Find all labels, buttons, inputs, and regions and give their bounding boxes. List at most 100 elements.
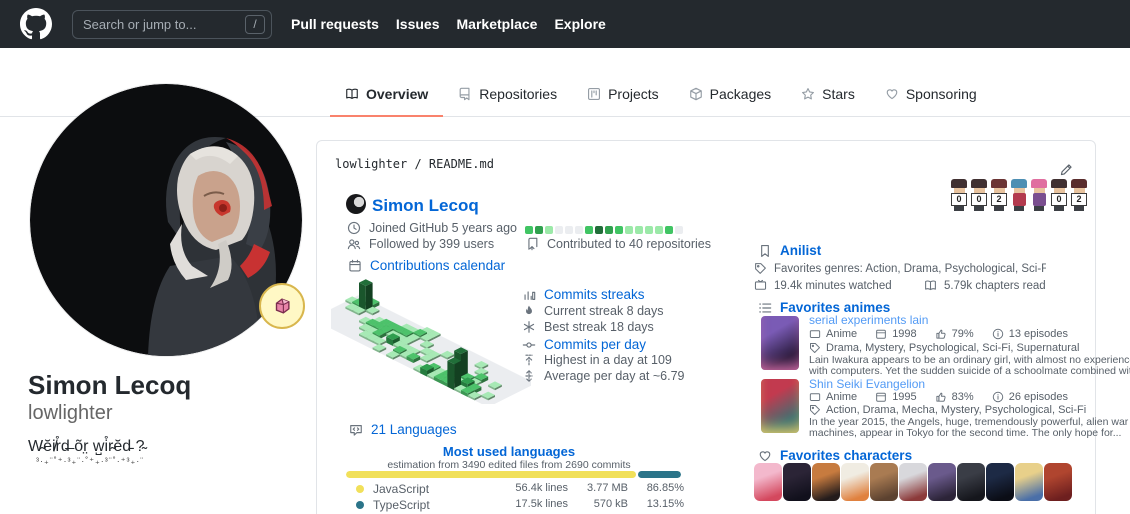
arrows-updown-icon [522,369,536,383]
most-used-languages-link[interactable]: Most used languages [443,444,575,459]
pixel-sign-digit: 0 [1051,193,1067,206]
asterisk-icon [522,320,536,334]
best-streak-text: Best streak 18 days [544,320,654,334]
character-avatar[interactable] [1044,463,1072,501]
book-icon [345,87,359,101]
followers-row: Followed by 399 users [347,237,494,251]
character-avatar[interactable] [754,463,782,501]
list-icon [758,301,772,315]
contribution-square [535,226,543,234]
language-size: 570 kB [573,498,628,510]
anime-desc-line: with computers. Yet the sudden suicide o… [809,365,1130,377]
contribution-square [665,226,673,234]
pixel-character [1010,179,1028,211]
nav-marketplace[interactable]: Marketplace [457,16,538,32]
language-lines: 56.4k lines [488,482,568,494]
languages-heading-row: 21 Languages [349,422,457,437]
anilist-heading-row: Anilist [758,243,821,258]
favorite-genres-row: Favorites genres: Action, Drama, Psychol… [754,262,1046,275]
star-icon [801,87,815,101]
language-lines: 17.5k lines [488,498,568,510]
tab-packages[interactable]: Packages [674,70,786,117]
tv-icon [809,391,821,403]
pixel-people-row: 00202 [950,179,1088,211]
anime-meta-lain: Anime 1998 79% 13 episodes [809,328,1068,340]
character-avatar[interactable] [899,463,927,501]
profile-bio: W̴ĕi̸r̊d̶ õr̤ w̺i̊r̴ĕd̵ ?̴ [28,438,144,456]
nav-explore[interactable]: Explore [554,16,605,32]
tab-repositories[interactable]: Repositories [443,70,572,117]
search-input[interactable] [83,17,245,32]
tab-sponsoring[interactable]: Sponsoring [870,70,992,117]
repo-icon [458,87,472,101]
favorites-characters-link[interactable]: Favorites characters [780,448,912,463]
language-name: TypeScript [373,498,430,512]
nav-issues[interactable]: Issues [396,16,440,32]
tab-projects[interactable]: Projects [572,70,674,117]
favorites-characters-heading-row: Favorites characters [758,448,912,463]
profile-status-badge[interactable] [259,283,305,329]
language-bar [346,471,681,478]
commits-streaks-row: Commits streaks [522,287,645,302]
info-circle-icon [992,328,1004,340]
minutes-watched-text: 19.4k minutes watched [774,280,892,292]
github-logo-icon[interactable] [20,8,52,40]
profile-login: lowlighter [28,402,112,425]
anime-type: Anime [826,328,857,340]
readme-card: lowlighter / README.md Simon Lecoq Joine… [316,140,1096,514]
character-avatar[interactable] [841,463,869,501]
character-avatar[interactable] [928,463,956,501]
nav-pull-requests[interactable]: Pull requests [291,16,379,32]
flame-icon [522,304,536,318]
anime-cover-lain[interactable] [761,316,799,370]
contributed-row: Contributed to 40 repositories [525,237,711,251]
contributions-calendar-link[interactable]: Contributions calendar [370,258,505,273]
character-avatar[interactable] [1015,463,1043,501]
character-avatar[interactable] [812,463,840,501]
anime-genres-text: Action, Drama, Mecha, Mystery, Psycholog… [826,404,1086,416]
language-row-javascript: JavaScript 56.4k lines 3.77 MB 86.85% [346,482,684,498]
anime-meta-evangelion: Anime 1995 83% 26 episodes [809,391,1068,403]
contribution-square [575,226,583,234]
contributions-isometric-chart [331,279,531,404]
graph-icon [522,288,536,302]
anime-cover-evangelion[interactable] [761,379,799,433]
commits-per-day-link[interactable]: Commits per day [544,337,646,352]
favorite-genres-text: Favorites genres: Action, Drama, Psychol… [774,263,1046,275]
info-circle-icon [992,391,1004,403]
thumbsup-icon [935,391,947,403]
highest-day-row: Highest in a day at 109 [522,353,672,367]
book-open-icon [924,279,937,292]
people-icon [347,237,361,251]
joined-text: Joined GitHub 5 years ago [369,221,517,235]
tab-stars[interactable]: Stars [786,70,870,117]
character-avatar[interactable] [870,463,898,501]
commit-icon [522,338,536,352]
contributed-text: Contributed to 40 repositories [547,237,711,251]
readme-mini-avatar [346,194,366,214]
calendar-icon [875,391,887,403]
tag-icon [809,404,821,416]
highest-day-text: Highest in a day at 109 [544,353,672,367]
tab-overview[interactable]: Overview [330,70,443,117]
character-avatar[interactable] [957,463,985,501]
anime-title-lain[interactable]: serial experiments lain [809,313,928,327]
character-avatar[interactable] [783,463,811,501]
commits-streaks-link[interactable]: Commits streaks [544,287,645,302]
edit-pencil-icon[interactable] [1059,163,1073,177]
languages-count-link[interactable]: 21 Languages [371,422,457,437]
contribution-square [525,226,533,234]
pixel-character [1030,179,1048,211]
calendar-icon [875,328,887,340]
arrow-up-icon [522,353,536,367]
character-avatar[interactable] [986,463,1014,501]
anilist-link[interactable]: Anilist [780,243,821,258]
package-icon [689,87,703,101]
contribution-square [595,226,603,234]
profile-bio-glitch-text: ³·₊¨˚⁺·³₊¨·˚⁺₊·³¨˚·⁺³₊·¨ [36,456,144,467]
pixel-character: 0 [1050,179,1068,211]
search-box[interactable]: / [72,10,272,39]
contribution-square [615,226,623,234]
anime-title-evangelion[interactable]: Shin Seiki Evangelion [809,377,925,391]
readme-user-name[interactable]: Simon Lecoq [372,196,479,216]
